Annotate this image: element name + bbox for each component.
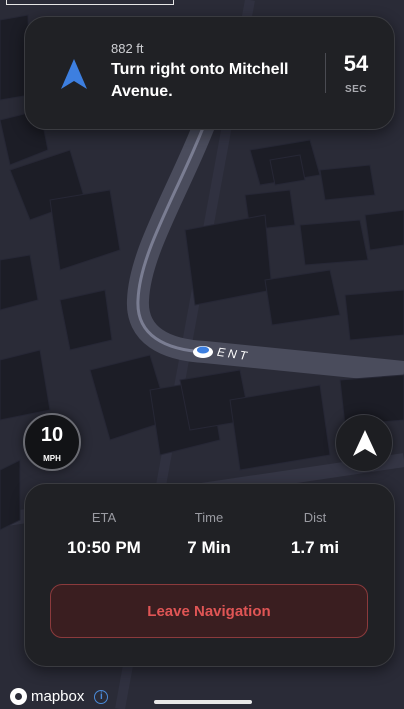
divider bbox=[325, 53, 326, 93]
dist-value: 1.7 mi bbox=[290, 538, 340, 557]
speed-value: 10 bbox=[40, 424, 64, 446]
maneuver-distance: 882 ft bbox=[111, 41, 144, 56]
navigation-arrow-icon bbox=[61, 59, 87, 89]
maneuver-time-value: 54 bbox=[343, 51, 369, 76]
turn-instruction-card[interactable]: 882 ft Turn right onto Mitchell Avenue. … bbox=[24, 16, 395, 130]
maneuver-time-unit: SEC bbox=[344, 84, 368, 95]
time-label: Time bbox=[194, 510, 224, 525]
dist-label: Dist bbox=[303, 510, 327, 525]
maneuver-instruction: Turn right onto Mitchell Avenue. bbox=[111, 61, 289, 100]
status-bar-indicator bbox=[6, 0, 174, 5]
leave-navigation-button[interactable]: Leave Navigation bbox=[50, 584, 368, 638]
mapbox-attribution: mapbox i bbox=[10, 688, 109, 705]
info-icon[interactable]: i bbox=[94, 689, 109, 704]
mapbox-wordmark: mapbox bbox=[31, 688, 85, 705]
home-indicator[interactable] bbox=[154, 700, 252, 704]
speedometer: 10 MPH bbox=[23, 413, 81, 471]
recenter-button[interactable] bbox=[335, 414, 393, 472]
speed-unit: MPH bbox=[43, 454, 61, 463]
eta-label: ETA bbox=[91, 510, 117, 525]
time-value: 7 Min bbox=[187, 538, 231, 557]
compass-arrow-icon bbox=[353, 430, 377, 456]
trip-summary-card: ETA 10:50 PM Time 7 Min Dist 1.7 mi Leav… bbox=[24, 483, 395, 667]
eta-value: 10:50 PM bbox=[67, 538, 141, 557]
mapbox-logo-icon bbox=[10, 688, 27, 705]
